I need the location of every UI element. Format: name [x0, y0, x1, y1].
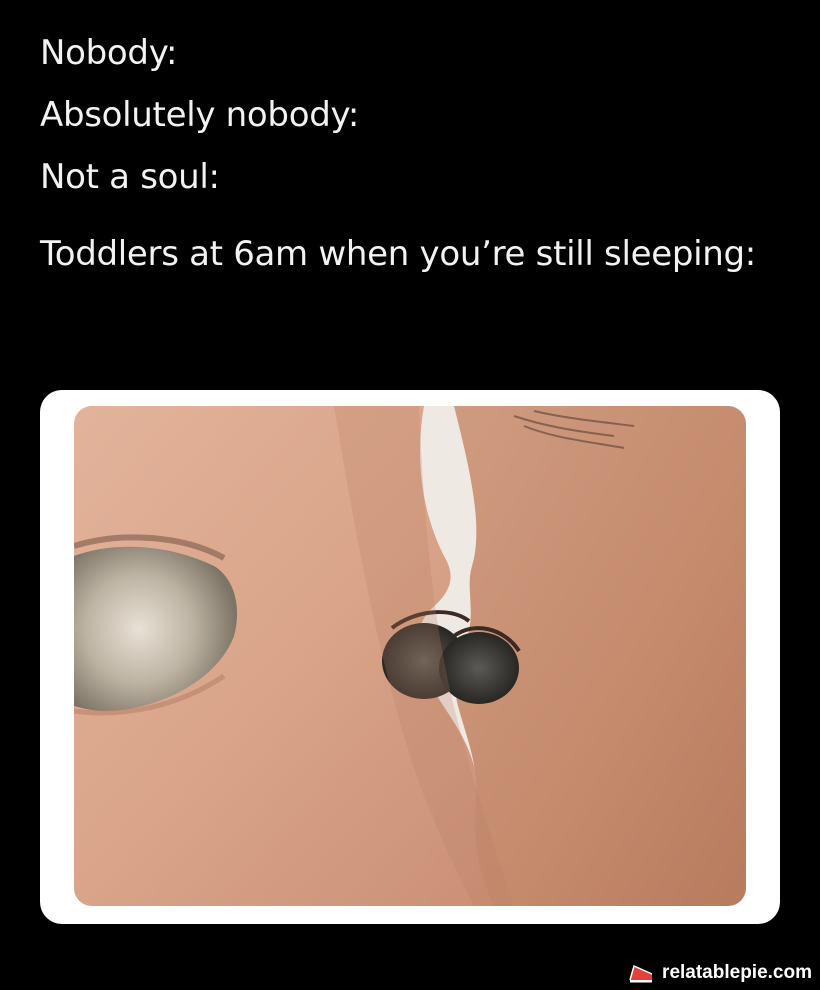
caption-line-nobody: Nobody: [40, 33, 178, 73]
caption-line-toddlers: Toddlers at 6am when you’re still sleepi… [40, 234, 756, 274]
caption-line-absolutely-nobody: Absolutely nobody: [40, 95, 359, 135]
meme-photo [74, 406, 746, 906]
pie-slice-icon [628, 962, 654, 984]
photo-card [40, 390, 780, 924]
meme-caption: Nobody: Absolutely nobody: Not a soul: T… [40, 22, 800, 286]
faces-eye-to-eye-image [74, 406, 746, 906]
caption-line-not-a-soul: Not a soul: [40, 157, 220, 197]
watermark: relatablepie.com [628, 962, 812, 984]
watermark-text: relatablepie.com [662, 962, 812, 983]
